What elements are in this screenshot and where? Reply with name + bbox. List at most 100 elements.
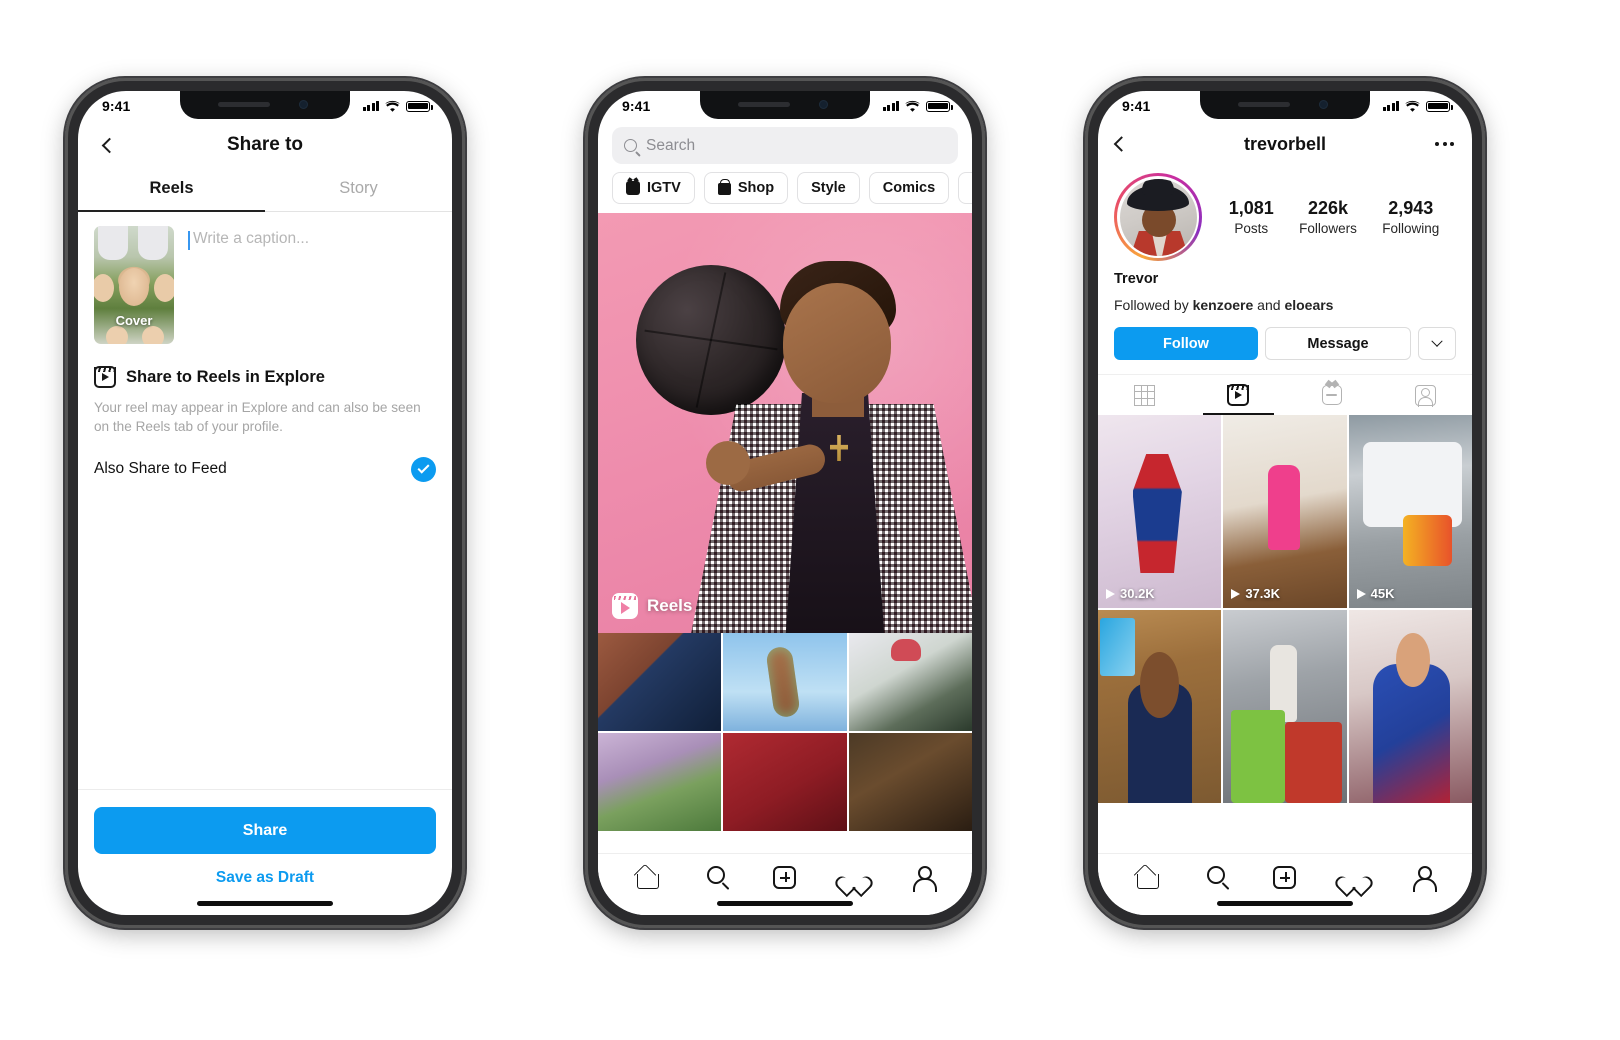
tab-igtv[interactable] <box>1285 375 1379 415</box>
search-input[interactable]: Search <box>612 127 958 164</box>
avatar-story-ring[interactable] <box>1114 173 1202 261</box>
followed-by-join: and <box>1253 297 1285 313</box>
screenshot-stage: 9:41 Share to Reels Story Cover Write a … <box>0 0 1620 1040</box>
reel-thumb-superman[interactable] <box>1348 610 1472 803</box>
explore-thumb-4[interactable] <box>598 733 722 831</box>
share-button[interactable]: Share <box>94 807 436 854</box>
more-actions-button[interactable] <box>1418 327 1456 360</box>
stat-following[interactable]: 2,943 Following <box>1382 198 1439 236</box>
tab-story[interactable]: Story <box>265 169 452 211</box>
tab-activity[interactable] <box>839 862 869 892</box>
chip-shop[interactable]: Shop <box>703 172 789 204</box>
explore-thumb-1[interactable] <box>598 633 722 731</box>
share-to-navbar: Share to <box>78 121 452 169</box>
chip-igtv[interactable]: IGTV <box>612 172 695 204</box>
tab-grid[interactable] <box>1098 375 1192 415</box>
reel-art <box>1132 453 1182 574</box>
view-count-1-value: 30.2K <box>1120 586 1155 601</box>
notch <box>180 91 350 119</box>
explore-thumb-2[interactable] <box>723 633 847 731</box>
chip-comics-label: Comics <box>882 180 936 196</box>
tab-home[interactable] <box>1132 862 1162 892</box>
tab-add-post[interactable] <box>770 862 800 892</box>
reel-thumb-talking-head[interactable] <box>1098 610 1222 803</box>
notch <box>1200 91 1370 119</box>
chevron-left-icon <box>101 137 117 153</box>
reel-thumb-dance-workout[interactable]: 37.3K <box>1223 415 1347 608</box>
tab-activity[interactable] <box>1339 862 1369 892</box>
battery-icon <box>1426 100 1453 112</box>
caption-input[interactable]: Write a caption... <box>188 226 436 344</box>
explore-thumb-5[interactable] <box>723 733 847 831</box>
caption-row: Cover Write a caption... <box>78 212 452 344</box>
status-indicators <box>1382 100 1453 113</box>
play-icon <box>1356 588 1366 599</box>
back-button[interactable] <box>1113 136 1130 152</box>
search-icon <box>1206 865 1225 884</box>
chip-style[interactable]: Style <box>797 172 860 204</box>
cover-art-f <box>106 326 128 344</box>
cellular-signal-icon <box>362 101 379 111</box>
tab-add-post[interactable] <box>1270 862 1300 892</box>
chevron-left-icon <box>1113 136 1130 152</box>
stat-followers-label: Followers <box>1299 221 1357 236</box>
explore-grid <box>598 633 972 831</box>
cover-art-g <box>142 326 164 344</box>
tab-profile[interactable] <box>908 862 938 892</box>
cover-art-a <box>98 226 128 260</box>
reels-icon <box>94 366 116 388</box>
reel-art-face <box>1395 633 1431 688</box>
add-post-icon <box>773 865 797 889</box>
phone-share-to: 9:41 Share to Reels Story Cover Write a … <box>63 76 467 930</box>
explore-section-description: Your reel may appear in Explore and can … <box>94 400 421 435</box>
stat-followers[interactable]: 226k Followers <box>1299 198 1357 236</box>
view-count-3-value: 45K <box>1370 586 1395 601</box>
more-options-icon[interactable] <box>1435 142 1454 146</box>
also-share-to-feed-row[interactable]: Also Share to Feed <box>94 456 436 482</box>
chip-shop-label: Shop <box>737 180 775 196</box>
message-button[interactable]: Message <box>1265 327 1411 360</box>
profile-icon <box>912 865 938 892</box>
tab-search[interactable] <box>1201 862 1231 892</box>
reel-art <box>1267 465 1300 551</box>
home-indicator[interactable] <box>1217 901 1353 906</box>
reel-thumb-bus-street[interactable]: 45K <box>1348 415 1472 608</box>
cover-art-b <box>138 226 168 260</box>
avatar[interactable] <box>1117 176 1199 258</box>
cover-thumbnail[interactable]: Cover <box>94 226 174 344</box>
save-as-draft-button[interactable]: Save as Draft <box>94 869 436 887</box>
reels-badge-label: Reels <box>647 596 693 615</box>
front-camera <box>1319 100 1328 109</box>
status-indicators <box>882 100 953 113</box>
explore-featured-reel[interactable]: Reels <box>598 213 972 633</box>
follow-button[interactable]: Follow <box>1114 327 1258 360</box>
check-circle-icon[interactable] <box>411 456 436 482</box>
home-indicator[interactable] <box>197 901 333 906</box>
profile-reels-grid: 30.2K 37.3K 45K <box>1098 415 1472 803</box>
chip-comics[interactable]: Comics <box>868 172 950 204</box>
category-chips[interactable]: IGTV Shop Style Comics TV & Movies <box>598 172 972 213</box>
reel-thumb-spiderman[interactable]: 30.2K <box>1098 415 1222 608</box>
explore-thumb-6[interactable] <box>848 733 972 831</box>
tab-home[interactable] <box>632 862 662 892</box>
stat-following-value: 2,943 <box>1388 198 1434 218</box>
stat-posts[interactable]: 1,081 Posts <box>1229 198 1274 236</box>
tab-reels[interactable] <box>1192 375 1286 415</box>
search-bar-wrap: Search <box>598 121 972 172</box>
view-count-2-value: 37.3K <box>1245 586 1281 601</box>
chip-tv-movies[interactable]: TV & Movies <box>958 172 972 204</box>
reels-badge: Reels <box>612 593 692 619</box>
followed-by-user-2[interactable]: eloears <box>1284 297 1333 313</box>
battery-icon <box>926 100 953 112</box>
followed-by-user-1[interactable]: kenzoere <box>1193 297 1254 313</box>
tab-search[interactable] <box>701 862 731 892</box>
tab-profile[interactable] <box>1408 862 1438 892</box>
page-title: Share to <box>226 134 304 155</box>
tab-tagged[interactable] <box>1379 375 1473 415</box>
tab-reels[interactable]: Reels <box>78 169 265 212</box>
home-indicator[interactable] <box>717 901 853 906</box>
reel-thumb-gym-jump[interactable] <box>1223 610 1347 803</box>
explore-thumb-3[interactable] <box>848 633 972 731</box>
back-button[interactable] <box>96 132 122 158</box>
cover-art-c <box>94 274 114 302</box>
